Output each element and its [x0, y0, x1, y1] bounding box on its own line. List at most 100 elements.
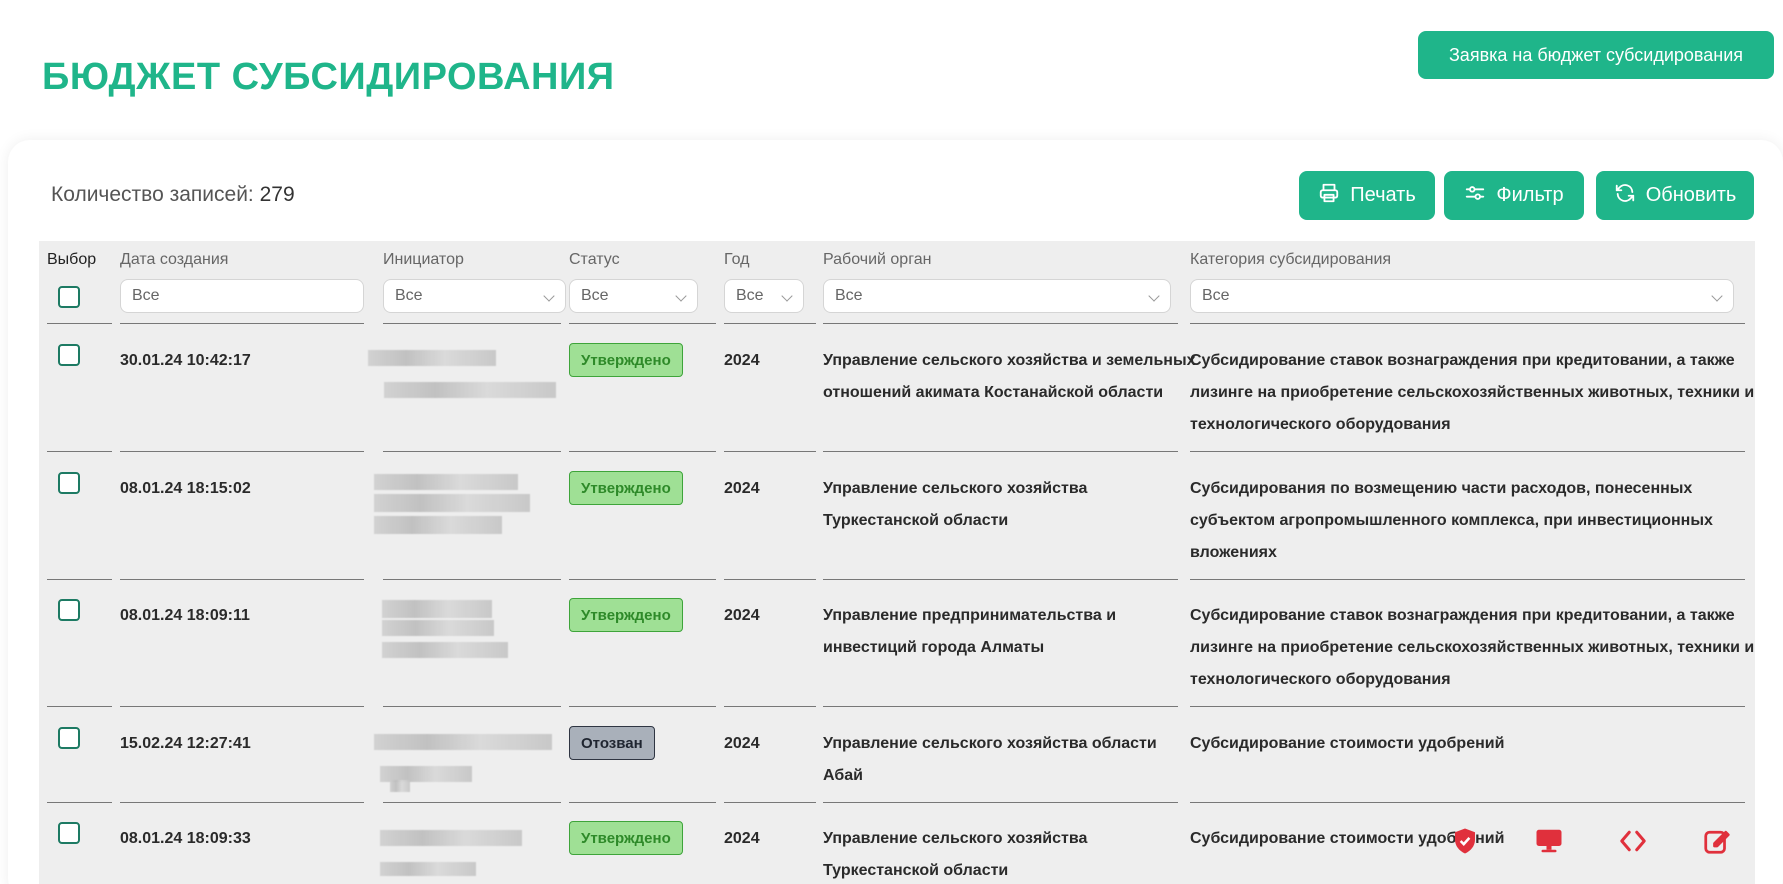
- year-cell: 2024: [724, 352, 760, 369]
- row-separator: [47, 802, 112, 803]
- body-filter-value: Все: [835, 287, 863, 304]
- category-cell-line: Субсидирование ставок вознаграждения при…: [1190, 607, 1735, 624]
- body-cell-line: инвестиций города Алматы: [823, 639, 1045, 656]
- row-separator: [569, 579, 716, 580]
- initiator-redacted: [390, 780, 410, 792]
- select-all-checkbox[interactable]: [58, 286, 80, 308]
- status-filter-value: Все: [581, 287, 609, 304]
- initiator-filter-select[interactable]: Все: [383, 279, 566, 313]
- chevron-down-icon: [1148, 290, 1160, 302]
- category-cell-line: технологического оборудования: [1190, 671, 1451, 688]
- category-cell-line: субъектом агропромышленного комплекса, п…: [1190, 512, 1713, 529]
- year-filter-value: Все: [736, 287, 764, 304]
- col-created-header[interactable]: Дата создания: [120, 251, 228, 269]
- edit-action-button[interactable]: [1700, 826, 1734, 860]
- body-cell-line: Управление предпринимательства и: [823, 607, 1117, 624]
- row-checkbox[interactable]: [58, 472, 80, 494]
- row-separator: [120, 802, 364, 803]
- status-badge: Утверждено: [569, 471, 683, 505]
- status-badge: Отозван: [569, 726, 655, 760]
- col-year-header[interactable]: Год: [724, 251, 749, 269]
- col-initiator-header[interactable]: Инициатор: [383, 251, 464, 269]
- row-separator: [383, 323, 561, 324]
- budget-request-button[interactable]: Заявка на бюджет субсидирования: [1418, 31, 1774, 79]
- body-filter-select[interactable]: Все: [823, 279, 1171, 313]
- print-button[interactable]: Печать: [1299, 171, 1435, 220]
- row-separator: [47, 451, 112, 452]
- code-action-button[interactable]: [1616, 826, 1650, 860]
- row-separator: [724, 451, 816, 452]
- row-checkbox[interactable]: [58, 727, 80, 749]
- monitor-icon: [1534, 826, 1564, 861]
- row-separator: [823, 579, 1178, 580]
- filter-button[interactable]: Фильтр: [1444, 171, 1584, 220]
- shield-action-button[interactable]: [1448, 826, 1482, 860]
- chevron-down-icon: [1711, 290, 1723, 302]
- col-status-header[interactable]: Статус: [569, 251, 620, 269]
- row-separator: [569, 451, 716, 452]
- initiator-filter-value: Все: [395, 287, 423, 304]
- row-separator: [1190, 706, 1745, 707]
- row-checkbox[interactable]: [58, 822, 80, 844]
- created-date-cell: 08.01.24 18:09:33: [120, 830, 251, 847]
- year-filter-select[interactable]: Все: [724, 279, 804, 313]
- chevron-down-icon: [543, 290, 555, 302]
- created-date-cell: 08.01.24 18:15:02: [120, 480, 251, 497]
- category-filter-select[interactable]: Все: [1190, 279, 1734, 313]
- category-cell-line: Субсидирование ставок вознаграждения при…: [1190, 352, 1735, 369]
- sliders-icon: [1464, 182, 1486, 210]
- initiator-redacted: [374, 516, 502, 534]
- initiator-redacted: [380, 862, 476, 876]
- row-separator: [47, 579, 112, 580]
- row-separator: [823, 451, 1178, 452]
- body-cell-line: Управление сельского хозяйства и земельн…: [823, 352, 1196, 369]
- year-cell: 2024: [724, 735, 760, 752]
- row-separator: [47, 323, 112, 324]
- row-separator: [724, 323, 816, 324]
- year-cell: 2024: [724, 607, 760, 624]
- row-checkbox[interactable]: [58, 599, 80, 621]
- row-separator: [823, 706, 1178, 707]
- created-date-cell: 15.02.24 12:27:41: [120, 735, 251, 752]
- edit-icon: [1702, 826, 1732, 861]
- created-filter-input[interactable]: Все: [120, 279, 364, 313]
- body-cell-line: Туркестанской области: [823, 512, 1009, 529]
- records-table: [39, 241, 1755, 884]
- status-filter-select[interactable]: Все: [569, 279, 698, 313]
- created-date-cell: 30.01.24 10:42:17: [120, 352, 251, 369]
- row-checkbox[interactable]: [58, 344, 80, 366]
- category-cell-line: Субсидирование стоимости удобрений: [1190, 735, 1505, 752]
- initiator-redacted: [374, 494, 530, 512]
- col-body-header[interactable]: Рабочий орган: [823, 251, 931, 269]
- body-cell-line: отношений акимата Костанайской области: [823, 384, 1164, 401]
- row-separator: [120, 451, 364, 452]
- body-cell-line: Туркестанской области: [823, 862, 1009, 879]
- initiator-redacted: [384, 382, 556, 398]
- row-separator: [724, 802, 816, 803]
- initiator-redacted: [382, 600, 492, 618]
- monitor-action-button[interactable]: [1532, 826, 1566, 860]
- row-separator: [1190, 451, 1745, 452]
- category-cell-line: Субсидирования по возмещению части расхо…: [1190, 480, 1693, 497]
- row-separator: [823, 323, 1178, 324]
- printer-icon: [1318, 182, 1340, 210]
- row-separator: [724, 579, 816, 580]
- initiator-redacted: [382, 620, 494, 636]
- category-cell-line: вложениях: [1190, 544, 1277, 561]
- row-separator: [120, 706, 364, 707]
- row-separator: [569, 706, 716, 707]
- initiator-redacted: [374, 474, 518, 490]
- col-select-header: Выбор: [47, 251, 97, 268]
- row-separator: [569, 802, 716, 803]
- body-cell-line: Управление сельского хозяйства: [823, 830, 1088, 847]
- body-cell-line: Управление сельского хозяйства: [823, 480, 1088, 497]
- row-separator: [47, 706, 112, 707]
- code-icon: [1618, 826, 1648, 861]
- print-label: Печать: [1350, 184, 1416, 206]
- refresh-button[interactable]: Обновить: [1596, 171, 1754, 220]
- row-separator: [823, 802, 1178, 803]
- shield-icon: [1450, 826, 1480, 861]
- created-filter-value: Все: [132, 287, 160, 304]
- col-category-header[interactable]: Категория субсидирования: [1190, 251, 1391, 269]
- row-separator: [1190, 323, 1745, 324]
